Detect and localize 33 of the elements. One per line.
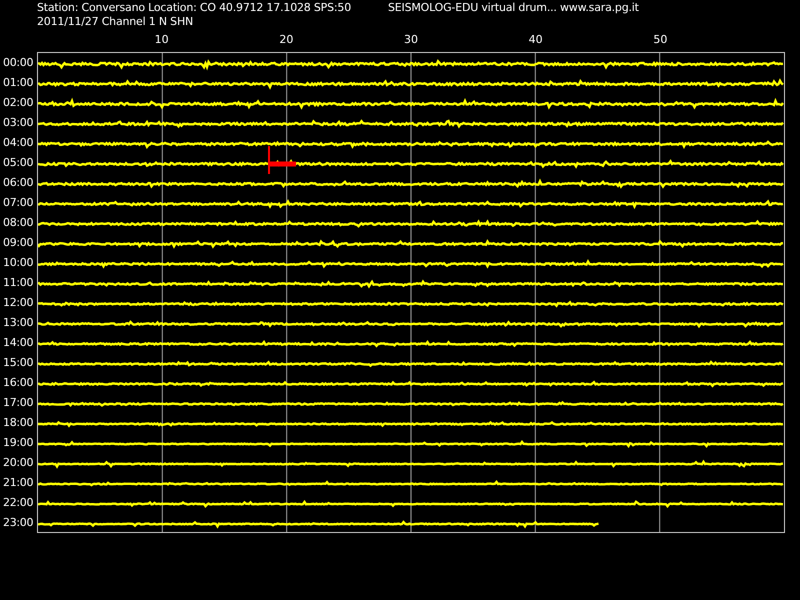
station-info: Station: Conversano Location: CO 40.9712 17.1028 SPS:50 bbox=[37, 1, 352, 15]
minute-tick-label: 10 bbox=[154, 33, 169, 47]
hour-label: 12:00 bbox=[2, 295, 34, 311]
hour-label: 15:00 bbox=[2, 355, 34, 371]
hour-label: 10:00 bbox=[2, 255, 34, 271]
hour-label: 05:00 bbox=[2, 155, 34, 171]
hour-label: 18:00 bbox=[2, 415, 34, 431]
hour-label: 00:00 bbox=[2, 55, 34, 71]
hour-label: 02:00 bbox=[2, 95, 34, 111]
minute-tick-label: 40 bbox=[528, 33, 543, 47]
minute-tick-label: 30 bbox=[404, 33, 418, 47]
hour-label: 20:00 bbox=[2, 455, 34, 471]
hour-label: 13:00 bbox=[2, 315, 34, 331]
hour-label: 01:00 bbox=[2, 75, 34, 91]
minute-tick-label: 20 bbox=[279, 33, 294, 47]
event-marker bbox=[268, 146, 296, 174]
hour-label: 04:00 bbox=[2, 135, 34, 151]
hour-label: 19:00 bbox=[2, 435, 34, 451]
hour-label: 21:00 bbox=[2, 475, 34, 491]
hour-label: 11:00 bbox=[2, 275, 34, 291]
hour-label: 08:00 bbox=[2, 215, 34, 231]
hour-label: 16:00 bbox=[2, 375, 34, 391]
app-title: SEISMOLOG-EDU virtual drum... www.sara.pg.it bbox=[388, 1, 640, 15]
date-channel-info: 2011/11/27 Channel 1 N SHN bbox=[37, 15, 194, 29]
hour-label: 09:00 bbox=[2, 235, 34, 251]
hour-label: 22:00 bbox=[2, 495, 34, 511]
hour-label: 17:00 bbox=[2, 395, 34, 411]
hour-label: 07:00 bbox=[2, 195, 34, 211]
minute-tick-label: 50 bbox=[653, 33, 668, 47]
hour-label: 06:00 bbox=[2, 175, 34, 191]
hour-label: 14:00 bbox=[2, 335, 34, 351]
hour-label: 23:00 bbox=[2, 515, 34, 531]
hour-label: 03:00 bbox=[2, 115, 34, 131]
